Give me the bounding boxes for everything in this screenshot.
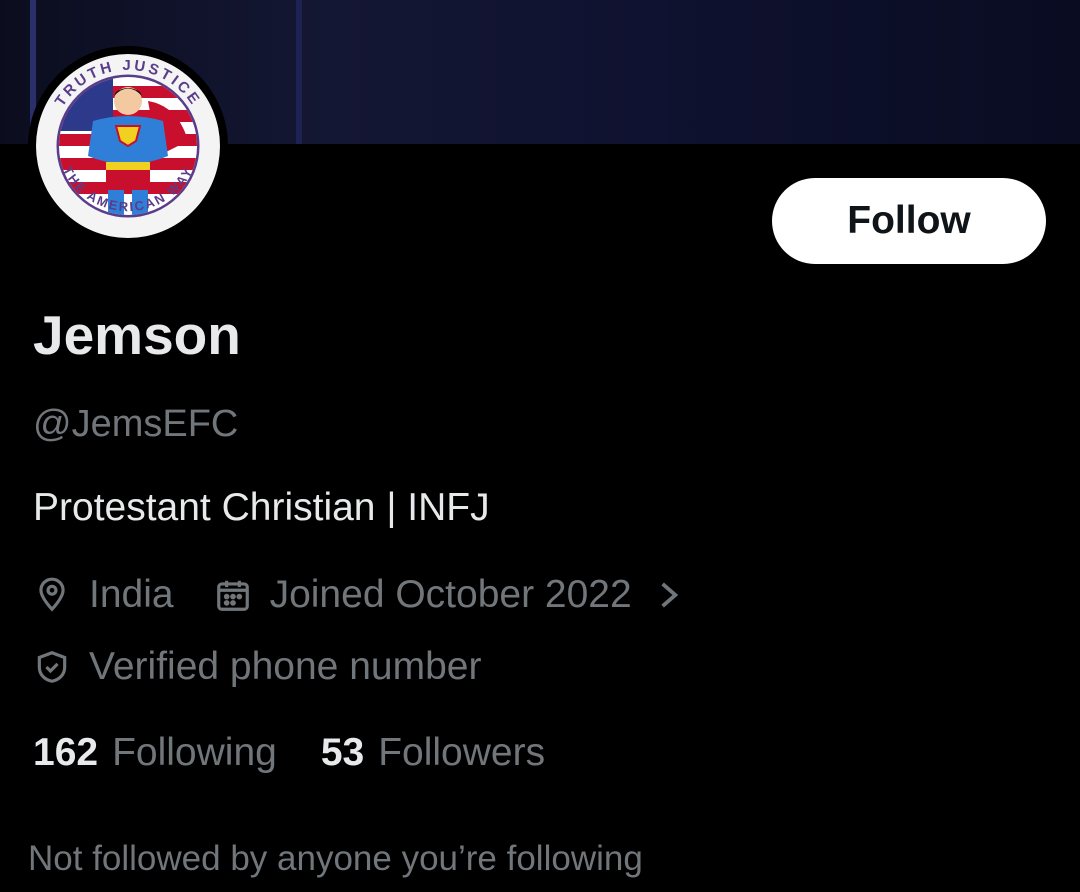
- chevron-right-icon[interactable]: [656, 576, 682, 614]
- avatar[interactable]: TRUTH JUSTICE THE AMERICAN WAY: [28, 46, 228, 246]
- social-context-text: Not followed by anyone you’re following: [28, 839, 643, 878]
- profile-name: Jemson: [33, 304, 241, 366]
- following-count: 162: [33, 731, 99, 774]
- following-label: Following: [112, 731, 277, 774]
- verified-phone-row: Verified phone number: [33, 643, 481, 691]
- follow-stats: 162 Following 53 Followers: [33, 728, 545, 778]
- location-pin-icon: [33, 576, 71, 614]
- followers-label: Followers: [378, 731, 546, 774]
- followers-link[interactable]: 53 Followers: [321, 728, 545, 778]
- calendar-icon: [214, 576, 252, 614]
- verified-phone-label: Verified phone number: [89, 645, 482, 688]
- superman-emblem-avatar: TRUTH JUSTICE THE AMERICAN WAY: [32, 50, 224, 242]
- profile-joined-date[interactable]: Joined October 2022: [270, 571, 632, 619]
- following-link[interactable]: 162 Following: [33, 728, 277, 778]
- followers-count: 53: [320, 731, 365, 774]
- profile-location: India: [89, 573, 174, 616]
- profile-meta-row: India Joined October 2022: [33, 571, 682, 619]
- shield-check-icon: [33, 648, 71, 686]
- follow-button[interactable]: Follow: [772, 178, 1046, 264]
- profile-handle: @JemsEFC: [33, 403, 239, 445]
- profile-bio: Protestant Christian | INFJ: [33, 486, 490, 529]
